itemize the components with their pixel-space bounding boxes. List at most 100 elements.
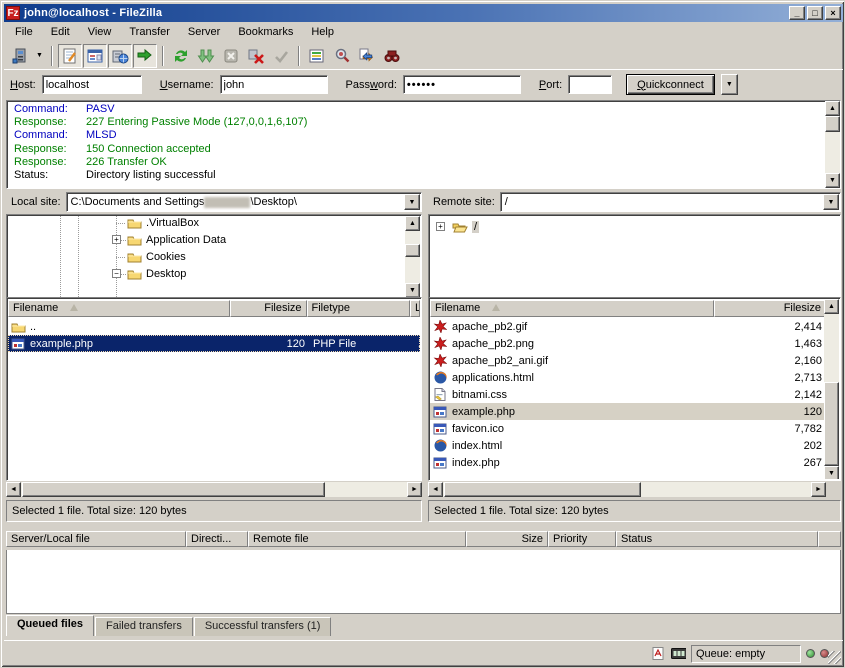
queue-list[interactable] [6,550,841,614]
scroll-thumb[interactable] [824,382,839,466]
column-header-last-modified[interactable]: L [410,300,420,317]
remote-site-dropdown[interactable]: ▼ [823,194,839,210]
file-row[interactable]: apache_pb2.png1,463 [430,335,826,352]
menu-file[interactable]: File [6,24,42,40]
title-bar[interactable]: Fz john@localhost - FileZilla _ □ × [4,4,843,22]
transfer-type-icon[interactable] [651,647,666,661]
host-label: Host: [10,79,36,91]
site-manager-dropdown[interactable]: ▼ [33,45,46,67]
process-queue-button[interactable] [194,44,218,68]
menu-transfer[interactable]: Transfer [120,24,179,40]
scroll-thumb[interactable] [825,116,840,132]
menu-server[interactable]: Server [179,24,229,40]
scroll-down-arrow[interactable]: ▼ [405,283,420,298]
toggle-transfer-queue-button[interactable] [133,44,157,68]
scroll-left-arrow[interactable]: ◄ [428,482,443,497]
message-log[interactable]: Command:PASV Response:227 Entering Passi… [6,100,841,189]
scroll-left-arrow[interactable]: ◄ [6,482,21,497]
scroll-down-arrow[interactable]: ▼ [824,466,839,479]
remote-site-combo[interactable]: / ▼ [500,192,841,212]
find-files-icon [383,47,401,65]
column-header-remote-file[interactable]: Remote file [248,531,466,547]
menu-bookmarks[interactable]: Bookmarks [229,24,302,40]
menu-edit[interactable]: Edit [42,24,79,40]
toggle-remote-tree-button[interactable] [108,44,132,68]
username-input[interactable] [220,75,328,94]
expand-plus-icon[interactable]: + [112,235,121,244]
remote-hscrollbar[interactable]: ◄ ► [428,482,826,497]
quickconnect-button[interactable]: Quickconnect [626,74,715,95]
column-header-filename[interactable]: Filename [430,300,714,317]
column-header-size[interactable]: Size [466,531,548,547]
file-row[interactable]: example.php120 [430,403,826,420]
file-row[interactable]: apache_pb2_ani.gif2,160 [430,352,826,369]
directory-comparison-button[interactable] [330,44,354,68]
log-scrollbar[interactable]: ▲ ▼ [825,101,840,188]
cancel-button[interactable] [219,44,243,68]
tab-successful-transfers[interactable]: Successful transfers (1) [194,617,332,636]
directory-filter-button[interactable] [305,44,329,68]
speed-limit-icon[interactable] [671,647,686,661]
column-header-direction[interactable]: Directi... [186,531,248,547]
column-header-filesize[interactable]: Filesize [714,300,826,317]
scroll-thumb[interactable] [22,482,325,497]
site-manager-button[interactable] [8,44,32,68]
resize-grip[interactable] [828,651,841,664]
close-button[interactable]: × [825,6,841,20]
column-header-status[interactable]: Status [616,531,818,547]
local-hscrollbar[interactable]: ◄ ► [6,482,422,497]
file-row[interactable]: index.html202 [430,437,826,454]
scroll-thumb[interactable] [405,244,420,257]
local-site-dropdown[interactable]: ▼ [404,194,420,210]
scroll-right-arrow[interactable]: ► [407,482,422,497]
scroll-up-arrow[interactable]: ▲ [825,101,840,116]
scroll-thumb[interactable] [444,482,641,497]
password-input[interactable] [403,75,521,94]
column-header-server-local-file[interactable]: Server/Local file [6,531,186,547]
file-row[interactable]: favicon.ico7,782 [430,420,826,437]
tab-failed-transfers[interactable]: Failed transfers [95,617,193,636]
menu-help[interactable]: Help [302,24,343,40]
minimize-button[interactable]: _ [789,6,805,20]
local-selection-status: Selected 1 file. Total size: 120 bytes [12,505,187,517]
refresh-button[interactable] [169,44,193,68]
find-files-button[interactable] [380,44,404,68]
column-header-priority[interactable]: Priority [548,531,616,547]
scroll-right-arrow[interactable]: ► [811,482,826,497]
synchronized-browsing-button[interactable] [355,44,379,68]
tree-item-virtualbox[interactable]: .VirtualBox [8,214,420,231]
folder-icon [126,250,142,264]
host-input[interactable] [42,75,142,94]
toggle-message-log-button[interactable] [58,44,82,68]
expand-minus-icon[interactable]: − [112,269,121,278]
toggle-local-tree-button[interactable] [83,44,107,68]
column-header-filesize[interactable]: Filesize [230,300,307,317]
reconnect-button[interactable] [269,44,293,68]
remote-list-scrollbar[interactable]: ▲ ▼ [824,299,839,479]
file-row-parent-dir[interactable]: .. [8,318,420,335]
tree-item-cookies[interactable]: Cookies [8,248,420,265]
file-row[interactable]: applications.html2,713 [430,369,826,386]
tree-item-application-data[interactable]: + Application Data [8,231,420,248]
disconnect-button[interactable] [244,44,268,68]
scroll-up-arrow[interactable]: ▲ [824,299,839,314]
column-header-filename[interactable]: Filename [8,300,230,317]
quickconnect-dropdown[interactable]: ▼ [721,74,738,95]
scroll-up-arrow[interactable]: ▲ [405,216,420,231]
tab-queued-files[interactable]: Queued files [6,615,94,636]
tree-item-desktop[interactable]: − Desktop [8,265,420,282]
file-row[interactable]: index.php267 [430,454,826,471]
column-header-filetype[interactable]: Filetype [307,300,410,317]
menu-view[interactable]: View [79,24,121,40]
local-site-combo[interactable]: C:\Documents and Settings\Desktop\ ▼ [66,192,422,212]
file-row[interactable]: apache_pb2.gif2,414 [430,318,826,335]
port-input[interactable] [568,75,612,94]
maximize-button[interactable]: □ [807,6,823,20]
local-tree-scrollbar[interactable]: ▲ ▼ [405,216,420,298]
file-row[interactable]: bitnami.css2,142 [430,386,826,403]
file-row-example-php[interactable]: example.php 120 PHP File 1 [8,335,420,352]
tree-item-root[interactable]: + / [430,218,839,235]
scroll-down-arrow[interactable]: ▼ [825,173,840,188]
pane-splitter[interactable] [422,191,428,521]
expand-plus-icon[interactable]: + [436,222,445,231]
